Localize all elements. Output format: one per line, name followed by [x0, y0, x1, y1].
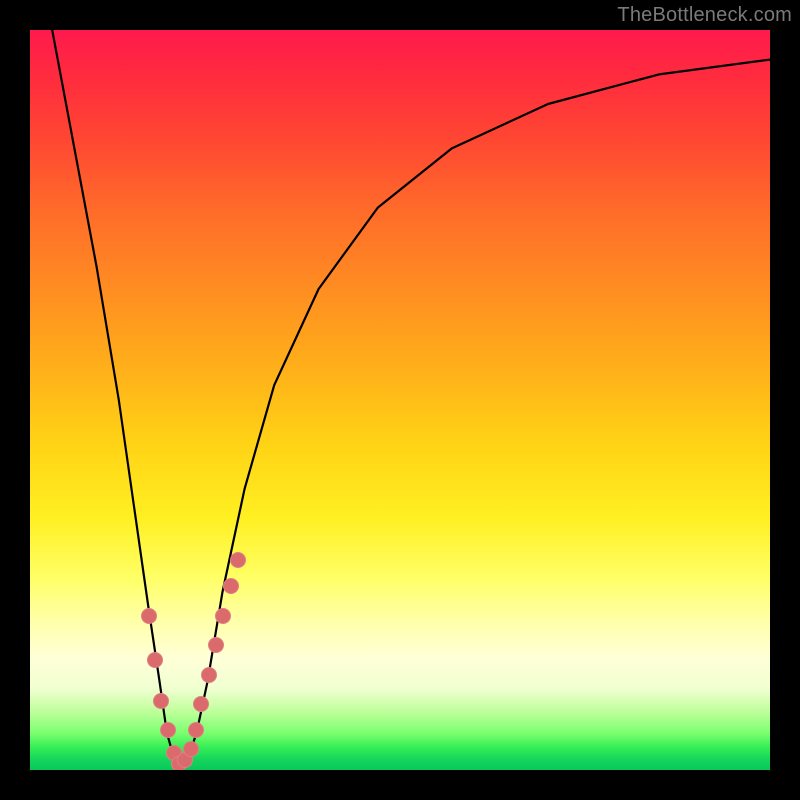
sample-dot	[215, 608, 231, 624]
bottleneck-curve	[30, 30, 770, 770]
watermark-text: TheBottleneck.com	[617, 4, 792, 27]
sample-dot	[201, 667, 217, 683]
sample-dot	[183, 741, 199, 757]
sample-dot	[141, 608, 157, 624]
sample-dot	[153, 693, 169, 709]
chart-frame: TheBottleneck.com	[0, 0, 800, 800]
plot-area	[30, 30, 770, 770]
sample-dot	[223, 578, 239, 594]
